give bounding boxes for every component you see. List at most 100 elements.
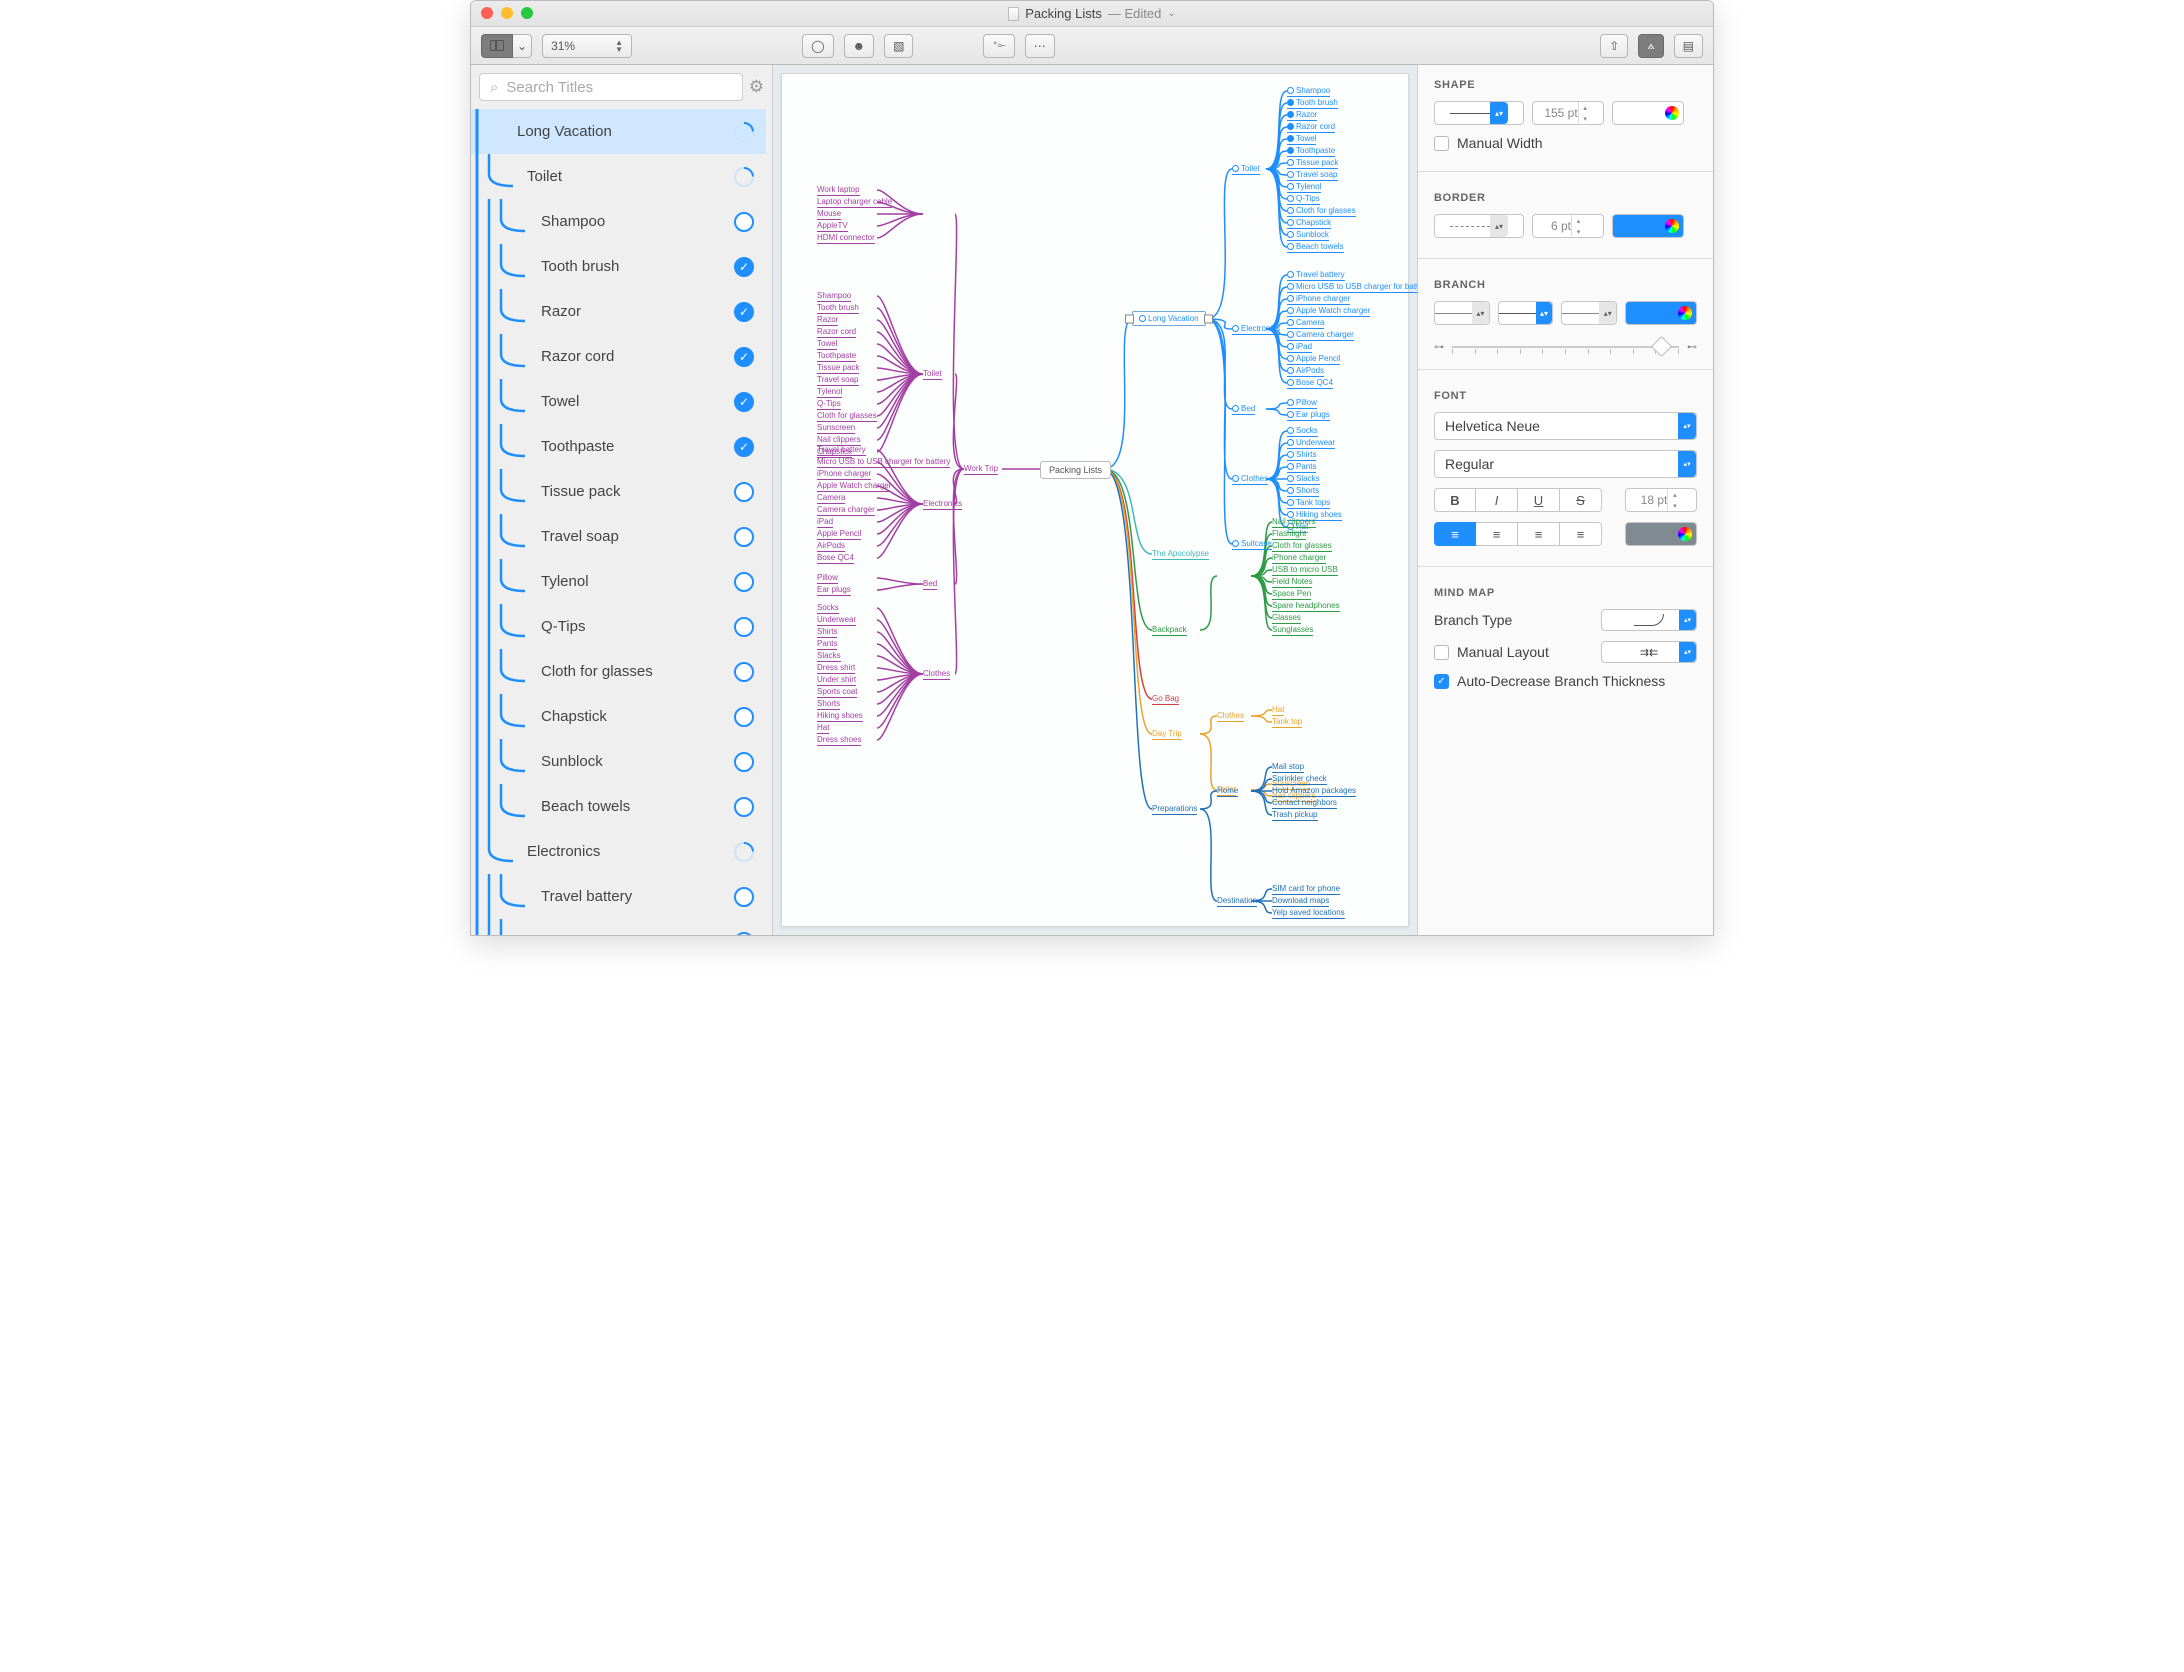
mindmap-node[interactable]: Home xyxy=(1217,786,1238,797)
mindmap-node[interactable]: Day Trip xyxy=(1152,729,1182,740)
mindmap-node-selected[interactable]: Long Vacation xyxy=(1132,311,1206,326)
mindmap-node[interactable]: Electronics xyxy=(1232,324,1280,335)
document-title[interactable]: Packing Lists — Edited ⌄ xyxy=(471,6,1713,21)
mindmap-node[interactable]: Pillow xyxy=(817,573,838,584)
mindmap-node[interactable]: Apple Watch charger xyxy=(817,481,891,492)
status-indicator[interactable] xyxy=(734,572,754,592)
mindmap-node[interactable]: Underwear xyxy=(1287,438,1335,449)
mindmap-node[interactable]: AirPods xyxy=(1287,366,1324,377)
mindmap-node[interactable]: Travel battery xyxy=(817,445,866,456)
manual-width-checkbox[interactable] xyxy=(1434,136,1449,151)
shape-style-picker[interactable]: ▴▾ xyxy=(1434,101,1524,125)
mindmap-node[interactable]: Toilet xyxy=(923,369,942,380)
mindmap-node[interactable]: HDMI connector xyxy=(817,233,875,244)
outline-row[interactable]: Travel battery xyxy=(471,874,766,919)
status-indicator[interactable] xyxy=(734,707,754,727)
status-indicator[interactable] xyxy=(734,932,754,936)
sticker-tool-button[interactable]: ☻ xyxy=(844,34,875,58)
mindmap-node[interactable]: Slacks xyxy=(1287,474,1320,485)
status-indicator[interactable] xyxy=(734,167,754,187)
border-style-picker[interactable]: ▴▾ xyxy=(1434,214,1524,238)
mindmap-node[interactable]: Apple Watch charger xyxy=(1287,306,1370,317)
outline-row[interactable]: Long Vacation xyxy=(471,109,766,154)
mindmap-node[interactable]: Micro USB to USB charger for battery xyxy=(1287,282,1417,293)
mindmap-node[interactable]: Camera xyxy=(817,493,845,504)
mindmap-node[interactable]: Chapstick xyxy=(1287,218,1331,229)
mindmap-node[interactable]: Travel soap xyxy=(817,375,859,386)
mindmap-node[interactable]: Cloth for glasses xyxy=(1287,206,1356,217)
mindmap-node[interactable]: Hat xyxy=(1272,705,1284,716)
mindmap-node[interactable]: iPhone charger xyxy=(1272,553,1326,564)
status-indicator[interactable] xyxy=(734,617,754,637)
outline-list[interactable]: Long VacationToiletShampooTooth brush✓Ra… xyxy=(471,109,772,935)
outline-row[interactable]: Cloth for glasses xyxy=(471,649,766,694)
mindmap-node[interactable]: Towel xyxy=(1287,134,1316,145)
mindmap-node[interactable]: Camera charger xyxy=(817,505,875,516)
shape-width-field[interactable]: 155 pt▴▾ xyxy=(1532,101,1604,125)
outline-row[interactable]: Razor✓ xyxy=(471,289,766,334)
mindmap-node[interactable]: Q-Tips xyxy=(1287,194,1320,205)
mindmap-node[interactable]: Shampoo xyxy=(817,291,851,302)
outline-row[interactable]: Beach towels xyxy=(471,784,766,829)
font-style-picker[interactable]: Regular▴▾ xyxy=(1434,450,1697,478)
mindmap-node[interactable]: Dress shoes xyxy=(817,735,861,746)
border-width-field[interactable]: 6 pt▴▾ xyxy=(1532,214,1604,238)
mindmap-node[interactable]: Toilet xyxy=(1232,164,1260,175)
align-justify-button[interactable]: ≡ xyxy=(1560,522,1602,546)
mindmap-node[interactable]: Tissue pack xyxy=(817,363,859,374)
mindmap-node[interactable]: Ear plugs xyxy=(817,585,851,596)
mindmap-node[interactable]: Beach towels xyxy=(1287,242,1344,253)
mindmap-node[interactable]: iPhone charger xyxy=(1287,294,1350,305)
mindmap-node[interactable]: Camera charger xyxy=(1287,330,1354,341)
mindmap-node[interactable]: Bose QC4 xyxy=(1287,378,1333,389)
mindmap-node[interactable]: Clothes xyxy=(1232,474,1268,485)
status-indicator[interactable]: ✓ xyxy=(734,302,754,322)
mindmap-node[interactable]: Go Bag xyxy=(1152,694,1179,705)
align-left-button[interactable]: ≡ xyxy=(1434,522,1476,546)
mindmap-node[interactable]: Sunblock xyxy=(1287,230,1329,241)
mindmap-node[interactable]: Cloth for glasses xyxy=(1272,541,1332,552)
mindmap-node[interactable]: Tooth brush xyxy=(817,303,859,314)
selection-handle[interactable] xyxy=(1204,315,1213,324)
status-indicator[interactable] xyxy=(734,122,754,142)
mindmap-node[interactable]: Tylenol xyxy=(817,387,842,398)
shape-color-well[interactable] xyxy=(1612,101,1684,125)
outline-row[interactable]: Tylenol xyxy=(471,559,766,604)
mindmap-node[interactable]: Shampoo xyxy=(1287,86,1330,97)
mindmap-node[interactable]: Travel battery xyxy=(1287,270,1345,281)
mindmap-node[interactable]: Space Pen xyxy=(1272,589,1311,600)
mindmap-node[interactable]: Pants xyxy=(1287,462,1316,473)
mindmap-node[interactable]: Sports coat xyxy=(817,687,857,698)
mindmap-node[interactable]: Tissue pack xyxy=(1287,158,1338,169)
mindmap-node[interactable]: iPhone charger xyxy=(817,469,871,480)
mindmap-node[interactable]: Tank top xyxy=(1272,717,1302,728)
mindmap-node[interactable]: Bose QC4 xyxy=(817,553,854,564)
mindmap-node[interactable]: Socks xyxy=(817,603,839,614)
mindmap-node[interactable]: USB to micro USB xyxy=(1272,565,1338,576)
strike-button[interactable]: S xyxy=(1560,488,1602,512)
mindmap-node[interactable]: Spare headphones xyxy=(1272,601,1340,612)
mindmap-node[interactable]: Toothpaste xyxy=(817,351,856,362)
status-indicator[interactable] xyxy=(734,887,754,907)
status-indicator[interactable] xyxy=(734,752,754,772)
selection-handle[interactable] xyxy=(1125,315,1134,324)
status-indicator[interactable]: ✓ xyxy=(734,437,754,457)
mindmap-node[interactable]: Suitcase xyxy=(1232,539,1272,550)
outline-row[interactable]: Shampoo xyxy=(471,199,766,244)
mindmap-node[interactable]: Underwear xyxy=(817,615,856,626)
mindmap-node[interactable]: Razor cord xyxy=(1287,122,1335,133)
mindmap-node[interactable]: Pants xyxy=(817,639,837,650)
mindmap-node[interactable]: Apple Pencil xyxy=(817,529,861,540)
font-family-picker[interactable]: Helvetica Neue▴▾ xyxy=(1434,412,1697,440)
mindmap-node[interactable]: Work laptop xyxy=(817,185,860,196)
canvas[interactable]: Packing ListsWork TripWork laptopLaptop … xyxy=(773,65,1417,935)
notes-button[interactable]: ⋯ xyxy=(1025,34,1055,58)
mindmap-node[interactable]: Hold Amazon packages xyxy=(1272,786,1356,797)
status-indicator[interactable]: ✓ xyxy=(734,257,754,277)
status-indicator[interactable] xyxy=(734,662,754,682)
mindmap-node[interactable]: Sprinkler check xyxy=(1272,774,1327,785)
mindmap-node[interactable]: Flashlight xyxy=(1272,529,1306,540)
outline-row[interactable]: Sunblock xyxy=(471,739,766,784)
outline-row[interactable]: Chapstick xyxy=(471,694,766,739)
mindmap-root[interactable]: Packing Lists xyxy=(1040,461,1111,479)
